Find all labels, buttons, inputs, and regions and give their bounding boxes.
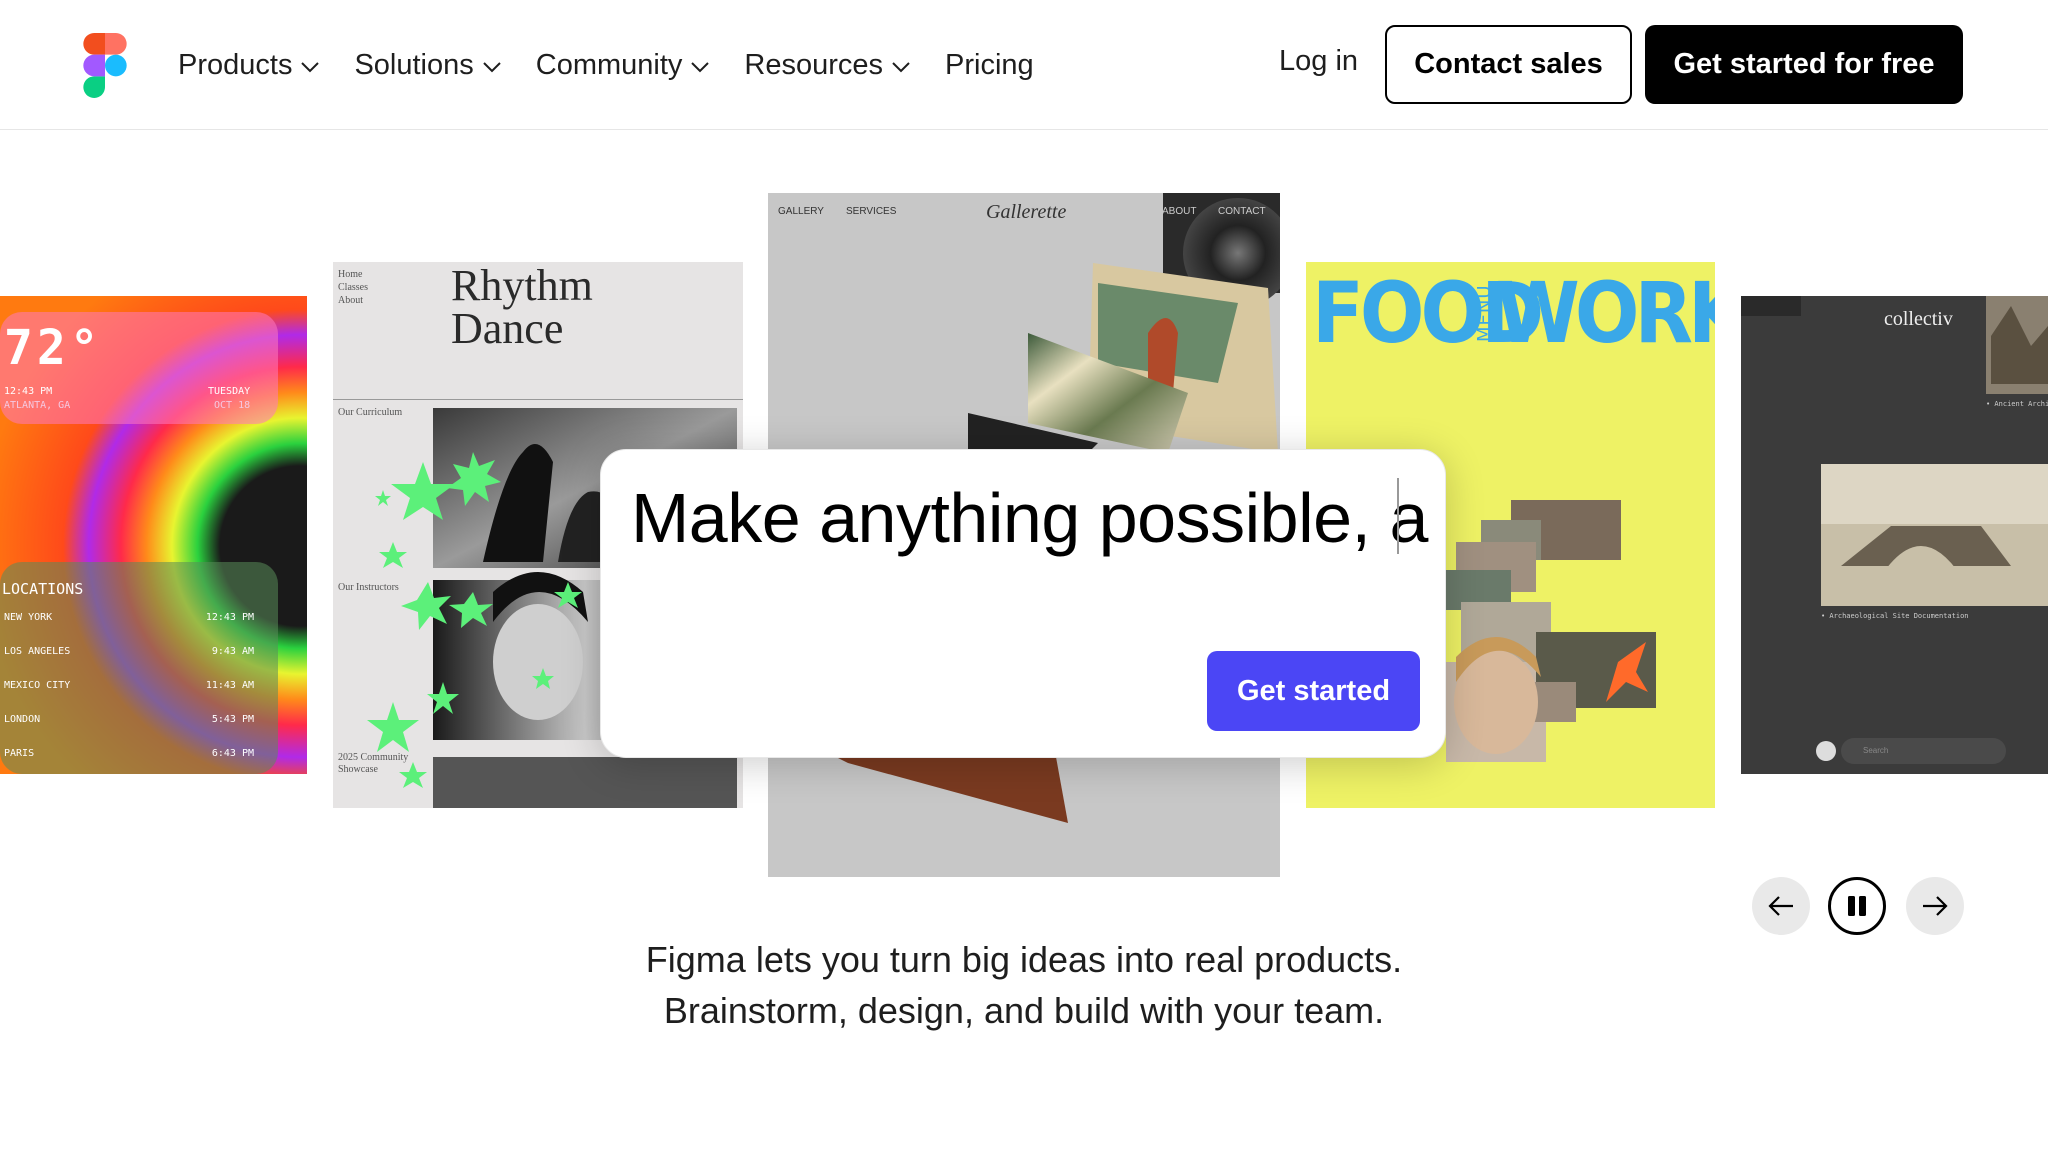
nav-resources-label: Resources [744,48,884,81]
get-started-free-button[interactable]: Get started for free [1645,25,1963,104]
chevron-down-icon [892,62,910,73]
text-caret [1397,478,1399,554]
nav-products[interactable]: Products [178,49,320,82]
showcase-card-weather[interactable]: 72° 12:43 PM ATLANTA, GA TUESDAY OCT 18 … [0,296,307,774]
gallery-nav-item: CONTACT [1218,206,1266,217]
arrow-right-icon [1923,896,1948,916]
get-started-button[interactable]: Get started [1207,651,1420,731]
location-time: 12:43 PM [205,612,254,623]
nav-links: Products Solutions Community Resources P… [178,0,1034,130]
chevron-down-icon [483,62,501,73]
showcase-card-collectiv[interactable]: collectiv • Ancient Architecture • Archa… [1741,296,2048,774]
nav-solutions[interactable]: Solutions [354,49,501,82]
weather-day: TUESDAY [208,386,251,397]
list-item: PARIS 6:43 PM [4,748,254,774]
hero-tagline: Figma lets you turn big ideas into real … [524,934,1524,1036]
list-item: MEXICO CITY 11:43 AM [4,680,254,714]
nav-products-label: Products [178,48,293,81]
nav-resources[interactable]: Resources [744,49,911,82]
collectiv-caption: • Archaeological Site Documentation [1821,612,1969,620]
weather-location-list: NEW YORK 12:43 PM LOS ANGELES 9:43 AM MEXI… [4,612,254,774]
collectiv-caption: • Ancient Architecture [1986,400,2048,408]
nav-solutions-label: Solutions [354,48,474,81]
list-item: LOS ANGELES 9:43 AM [4,646,254,680]
weather-time: 12:43 PM [4,386,53,397]
nav-pricing-label: Pricing [945,48,1034,81]
nav-pricing[interactable]: Pricing [945,49,1034,82]
location-time: 6:43 PM [211,748,254,759]
top-navigation: Products Solutions Community Resources P… [0,0,2048,130]
tagline-line: Brainstorm, design, and build with your … [663,990,1385,1031]
location-time: 11:43 AM [205,680,254,691]
pause-icon [1848,896,1866,916]
carousel-next-button[interactable] [1906,877,1964,935]
nav-community[interactable]: Community [536,49,711,82]
collectiv-artwork [1816,296,2048,764]
contact-sales-button[interactable]: Contact sales [1385,25,1632,104]
weather-date: OCT 18 [214,400,251,411]
location-city: LONDON [4,714,41,725]
login-link[interactable]: Log in [1279,45,1358,78]
carousel-pause-button[interactable] [1828,877,1886,935]
location-city: NEW YORK [4,612,53,623]
collectiv-search-placeholder[interactable]: Search [1863,746,1888,755]
gallery-nav-item: ABOUT [1162,206,1197,217]
hero-prompt-box[interactable]: Make anything possible, a Get started [600,449,1446,758]
chevron-down-icon [301,62,320,73]
weather-temp: 72° [4,320,103,376]
carousel-prev-button[interactable] [1752,877,1810,935]
list-item: LONDON 5:43 PM [4,714,254,748]
figma-logo-icon[interactable] [82,33,128,98]
weather-locations-title: LOCATIONS [2,580,84,598]
location-time: 5:43 PM [211,714,254,725]
location-city: PARIS [4,748,35,759]
nav-community-label: Community [535,48,683,81]
arrow-left-icon [1768,896,1793,916]
location-city: LOS ANGELES [4,646,71,657]
hero-prompt-text[interactable]: Make anything possible, a [631,478,1428,558]
tagline-line: Figma lets you turn big ideas into real … [645,939,1403,980]
weather-city: ATLANTA, GA [4,400,71,411]
location-time: 9:43 AM [211,646,254,657]
chevron-down-icon [691,62,710,73]
location-city: MEXICO CITY [4,680,71,691]
list-item: NEW YORK 12:43 PM [4,612,254,646]
